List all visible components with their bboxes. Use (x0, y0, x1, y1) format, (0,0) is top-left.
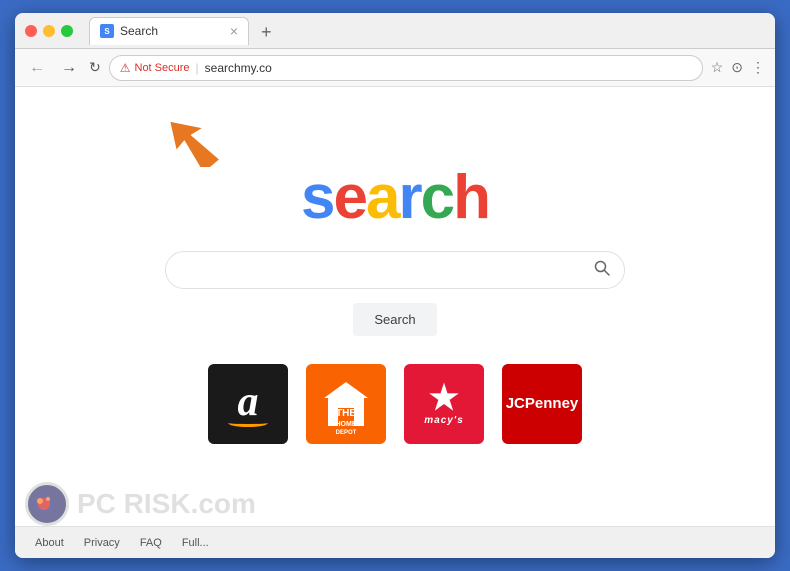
tab-bar: S Search × + (89, 17, 765, 45)
url-text: searchmy.co (205, 61, 272, 75)
maximize-window-button[interactable] (61, 25, 73, 37)
search-box-container (165, 251, 625, 289)
minimize-window-button[interactable] (43, 25, 55, 37)
homedepot-icon: THE HOME DEPOT (316, 374, 376, 434)
macys-logo[interactable]: ★ macy's (404, 364, 484, 444)
pcrisk-text: PC RISK.com (77, 488, 256, 520)
arrow-annotation (170, 97, 240, 167)
pcrisk-icon (25, 482, 69, 526)
svg-text:DEPOT: DEPOT (336, 430, 357, 434)
menu-icon[interactable]: ⋮ (751, 59, 765, 76)
magnifier-icon (594, 260, 610, 276)
amazon-letter: a (238, 381, 259, 423)
refresh-button[interactable]: ↻ (89, 59, 101, 76)
svg-text:THE: THE (336, 408, 356, 419)
search-logo: search (301, 162, 489, 233)
footer-about[interactable]: About (35, 537, 64, 549)
tab-favicon: S (100, 24, 114, 38)
brand-logos: a THE HOME DEPOT (208, 364, 582, 444)
logo-letter-h: h (453, 163, 489, 232)
address-bar-actions: ☆ ⊙ ⋮ (711, 59, 765, 76)
arrow-svg (170, 97, 240, 167)
macys-star: ★ (429, 381, 459, 415)
traffic-lights (25, 25, 73, 37)
search-icon-button[interactable] (594, 260, 610, 280)
new-tab-button[interactable]: + (255, 20, 278, 45)
svg-text:HOME: HOME (336, 421, 357, 428)
homedepot-logo[interactable]: THE HOME DEPOT (306, 364, 386, 444)
logo-letter-s: s (301, 163, 333, 232)
page-footer: PC RISK.com About Privacy FAQ Full... (15, 526, 775, 558)
pcrisk-watermark: PC RISK.com (25, 482, 256, 526)
address-bar: ← → ↻ ⚠ Not Secure | searchmy.co ☆ ⊙ ⋮ (15, 49, 775, 87)
homedepot-svg: THE HOME DEPOT (316, 374, 376, 434)
logo-letter-r: r (398, 163, 420, 232)
security-warning: ⚠ Not Secure (120, 61, 190, 75)
search-input[interactable] (180, 262, 594, 278)
tab-title: Search (120, 24, 224, 38)
account-icon[interactable]: ⊙ (731, 59, 743, 76)
amazon-curve (228, 419, 268, 427)
footer-full[interactable]: Full... (182, 537, 209, 549)
security-label: Not Secure (135, 62, 190, 74)
title-bar: S Search × + (15, 13, 775, 49)
back-button[interactable]: ← (25, 57, 49, 79)
amazon-logo[interactable]: a (208, 364, 288, 444)
close-window-button[interactable] (25, 25, 37, 37)
footer-privacy[interactable]: Privacy (84, 537, 120, 549)
footer-faq[interactable]: FAQ (140, 537, 162, 549)
url-bar[interactable]: ⚠ Not Secure | searchmy.co (109, 55, 703, 81)
search-button[interactable]: Search (353, 303, 436, 336)
logo-letter-c: c (421, 163, 453, 232)
url-separator: | (196, 61, 199, 75)
logo-letter-a: a (366, 163, 398, 232)
logo-letter-e: e (334, 163, 366, 232)
bookmark-icon[interactable]: ☆ (711, 59, 724, 76)
pcrisk-svg (32, 489, 62, 519)
forward-button[interactable]: → (57, 57, 81, 79)
tab-close-button[interactable]: × (230, 24, 238, 38)
page-content: search Search a (15, 87, 775, 558)
jcpenney-text: JCPenney (506, 395, 579, 412)
warning-icon: ⚠ (120, 61, 131, 75)
browser-window: S Search × + ← → ↻ ⚠ Not Secure | search… (15, 13, 775, 558)
active-tab[interactable]: S Search × (89, 17, 249, 45)
macys-text: macy's (424, 415, 464, 426)
jcpenney-logo[interactable]: JCPenney (502, 364, 582, 444)
